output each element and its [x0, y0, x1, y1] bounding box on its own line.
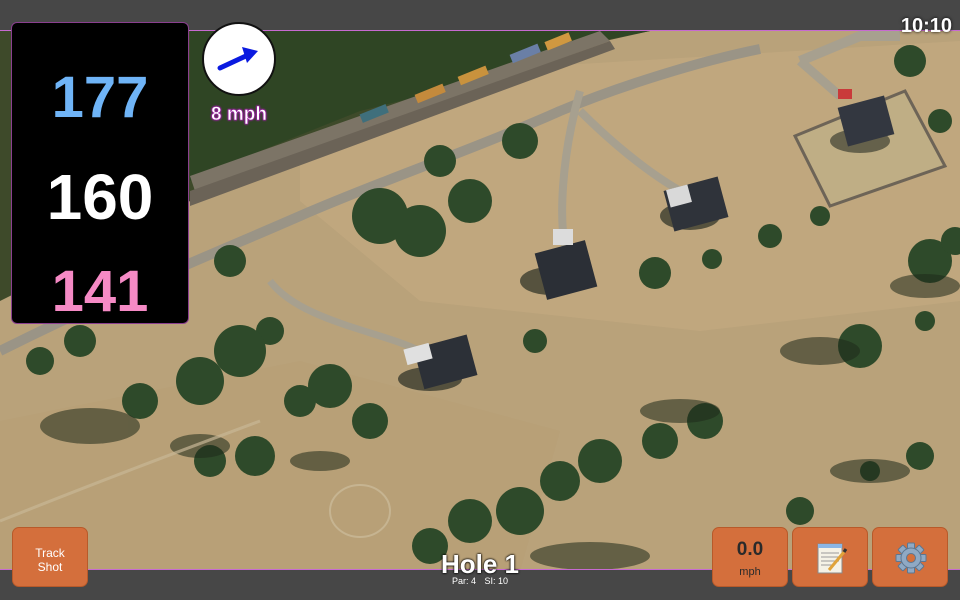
- clock: 10:10: [900, 15, 952, 37]
- middle-yardage: 160: [46, 161, 154, 233]
- speed-value: 0.0: [736, 539, 764, 560]
- gear-icon: [895, 542, 927, 574]
- track-shot-label-line2: Shot: [37, 560, 63, 574]
- settings-button[interactable]: [872, 527, 948, 587]
- notes-button[interactable]: [792, 527, 868, 587]
- hole-par: Par: 4: [451, 576, 476, 586]
- front-yardage: 141: [51, 259, 149, 324]
- track-shot-button[interactable]: Track Shot: [12, 527, 88, 587]
- hole-stroke-index: SI: 10: [484, 576, 509, 586]
- speed-unit: mph: [739, 566, 761, 578]
- back-yardage: 177: [51, 65, 149, 130]
- yardage-panel: 177 160 141: [11, 22, 189, 324]
- speed-button[interactable]: 0.0 mph: [712, 527, 788, 587]
- notepad-icon: [817, 543, 848, 574]
- hole-meta: Par: 4 SI: 10: [380, 576, 580, 586]
- wind-speed: 8 mph: [211, 104, 268, 126]
- wind-indicator: [202, 22, 276, 96]
- track-shot-label-line1: Track: [35, 546, 65, 560]
- wind-arrow-icon: [217, 47, 258, 71]
